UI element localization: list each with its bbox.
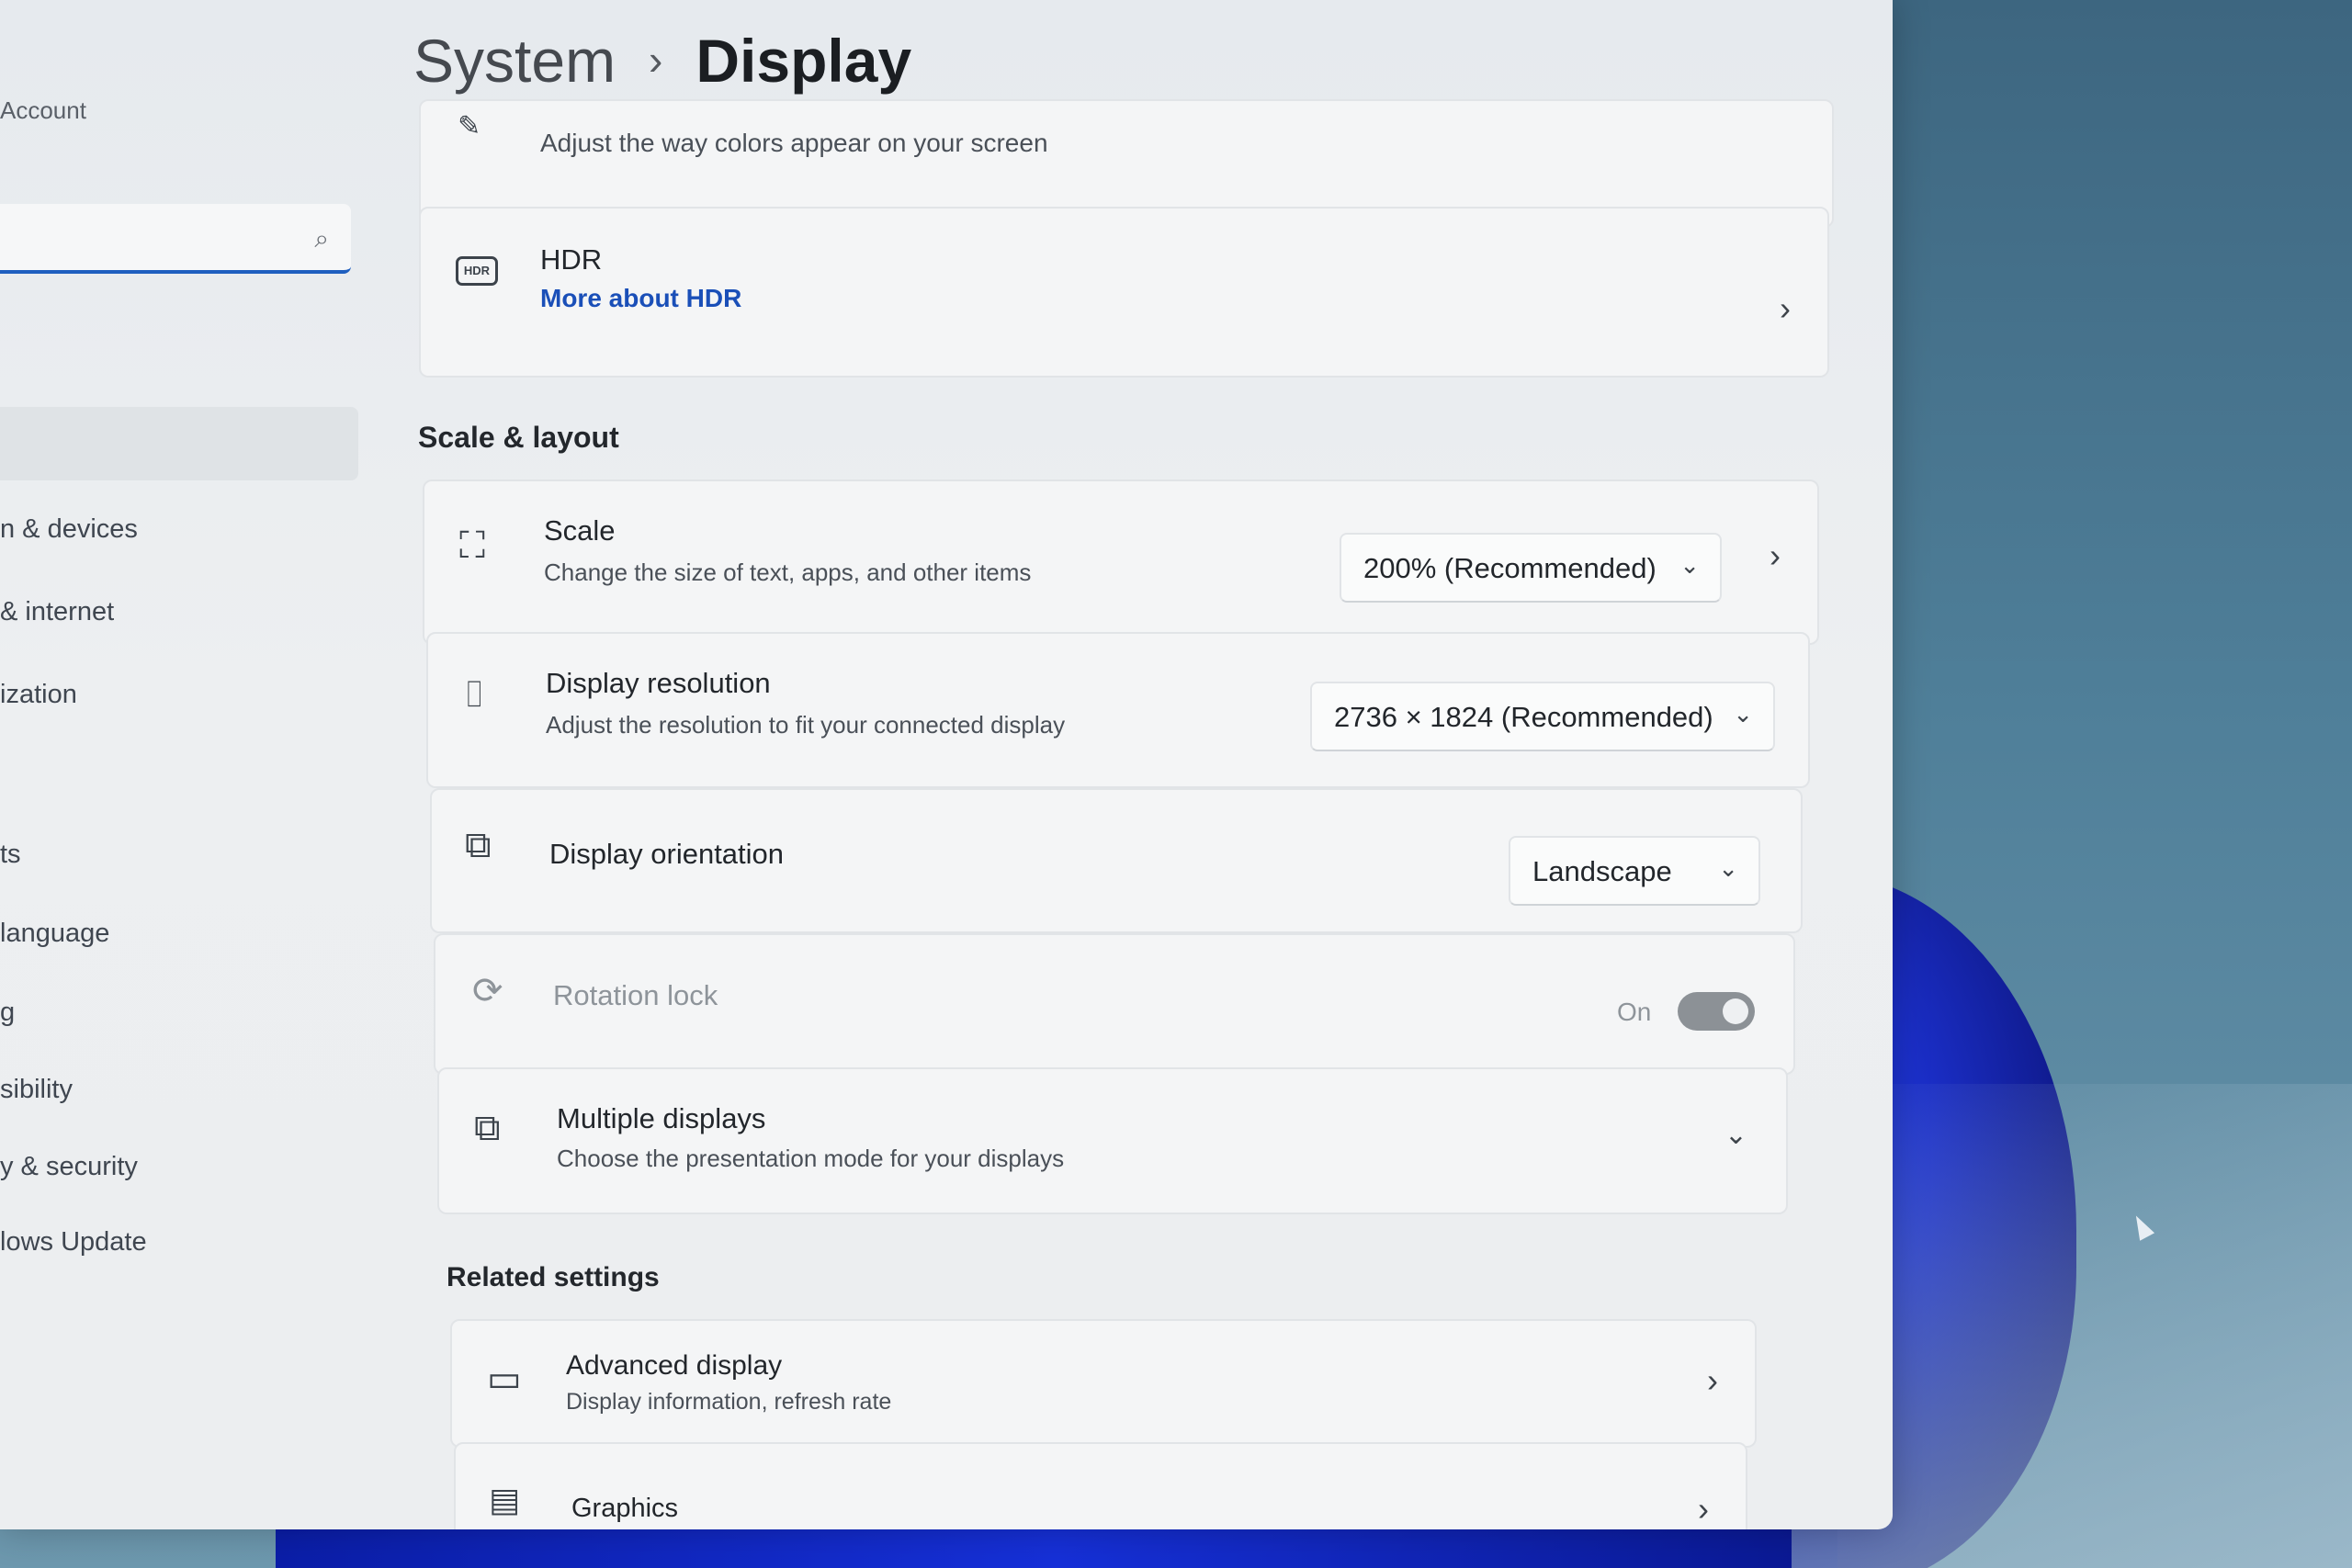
multiple-displays-title: Multiple displays (557, 1102, 766, 1134)
chevron-down-icon: ⌄ (1718, 854, 1738, 882)
search-icon[interactable]: ⌕ (314, 224, 329, 254)
chevron-down-icon[interactable]: ⌄ (1724, 1119, 1747, 1151)
scale-icon: ⛶ (459, 525, 485, 566)
chevron-down-icon: ⌄ (1679, 551, 1700, 579)
advanced-display-subtitle: Display information, refresh rate (566, 1389, 892, 1415)
orientation-icon: ⧉ (465, 825, 492, 865)
sidebar-item-windows-update[interactable]: lows Update (0, 1227, 147, 1258)
search-input[interactable]: ⌕ (0, 204, 351, 274)
sidebar-item-personalization[interactable]: ization (0, 680, 77, 710)
sidebar-item-accounts[interactable]: ts (0, 840, 21, 870)
hdr-icon: HDR (456, 256, 498, 286)
chevron-right-icon: › (1698, 1490, 1709, 1528)
rotation-lock-title: Rotation lock (553, 979, 718, 1011)
display-resolution-card[interactable]: ⌷ Display resolution Adjust the resoluti… (426, 632, 1810, 788)
more-about-hdr-link[interactable]: More about HDR (540, 284, 741, 313)
resolution-dropdown-value: 2736 × 1824 (Recommended) (1334, 701, 1713, 733)
hdr-card[interactable]: HDR HDR More about HDR › (419, 207, 1829, 378)
sidebar-item-gaming[interactable]: g (0, 998, 15, 1028)
scale-dropdown-value: 200% (Recommended) (1363, 552, 1657, 584)
orientation-dropdown[interactable]: Landscape ⌄ (1509, 836, 1760, 906)
graphics-card[interactable]: ▤ Graphics › (454, 1442, 1747, 1529)
display-orientation-card[interactable]: ⧉ Display orientation Landscape ⌄ (430, 788, 1803, 933)
hdr-title: HDR (540, 243, 603, 276)
rotation-lock-toggle[interactable] (1678, 992, 1755, 1031)
related-settings-heading: Related settings (447, 1262, 660, 1292)
toggle-knob (1723, 998, 1748, 1024)
scale-layout-heading: Scale & layout (418, 421, 619, 454)
breadcrumb-system[interactable]: System (413, 27, 616, 95)
resolution-icon: ⌷ (463, 674, 485, 715)
chevron-down-icon: ⌄ (1733, 700, 1753, 728)
resolution-dropdown[interactable]: 2736 × 1824 (Recommended) ⌄ (1310, 682, 1775, 751)
sidebar-item-accessibility[interactable]: sibility (0, 1075, 73, 1105)
account-label[interactable]: Account (0, 96, 86, 125)
scale-card[interactable]: ⛶ Scale Change the size of text, apps, a… (423, 479, 1819, 645)
sidebar-item-system[interactable] (0, 407, 358, 480)
orientation-dropdown-value: Landscape (1532, 855, 1672, 887)
scale-title: Scale (544, 514, 616, 547)
multiple-displays-subtitle: Choose the presentation mode for your di… (557, 1145, 1065, 1172)
chevron-right-icon: › (1707, 1361, 1718, 1399)
display-resolution-title: Display resolution (546, 667, 771, 699)
chevron-right-icon[interactable]: › (1770, 536, 1781, 575)
rotation-lock-state: On (1617, 998, 1652, 1026)
rotation-lock-icon: ⟳ (472, 971, 503, 1011)
page-title: Display (695, 27, 912, 95)
scale-subtitle: Change the size of text, apps, and other… (544, 558, 1032, 586)
monitor-icon: ▭ (487, 1359, 522, 1399)
color-brush-icon: ✎ (458, 111, 481, 141)
sidebar-item-network-internet[interactable]: & internet (0, 597, 114, 627)
display-orientation-title: Display orientation (549, 838, 785, 870)
breadcrumb: System › Display (413, 26, 911, 96)
rotation-lock-card: ⟳ Rotation lock On (434, 933, 1795, 1075)
settings-window: Account ⌕ n & devices & internet ization… (0, 0, 1893, 1529)
sidebar-item-privacy-security[interactable]: y & security (0, 1152, 138, 1182)
scale-dropdown[interactable]: 200% (Recommended) ⌄ (1340, 533, 1722, 603)
multiple-displays-icon: ⧉ (474, 1108, 501, 1148)
advanced-display-title: Advanced display (566, 1350, 783, 1381)
multiple-displays-card[interactable]: ⧉ Multiple displays Choose the presentat… (437, 1067, 1788, 1214)
sidebar-item-time-language[interactable]: language (0, 919, 109, 949)
sidebar-item-bluetooth-devices[interactable]: n & devices (0, 514, 138, 545)
breadcrumb-separator: › (649, 36, 663, 84)
display-resolution-subtitle: Adjust the resolution to fit your connec… (546, 711, 1066, 739)
color-profile-subtitle: Adjust the way colors appear on your scr… (540, 129, 1048, 157)
chevron-right-icon: › (1780, 289, 1791, 327)
advanced-display-card[interactable]: ▭ Advanced display Display information, … (450, 1319, 1757, 1448)
sidebar: Account ⌕ n & devices & internet ization… (0, 0, 386, 1529)
graphics-title: Graphics (571, 1494, 679, 1523)
graphics-icon: ▤ (489, 1481, 521, 1518)
